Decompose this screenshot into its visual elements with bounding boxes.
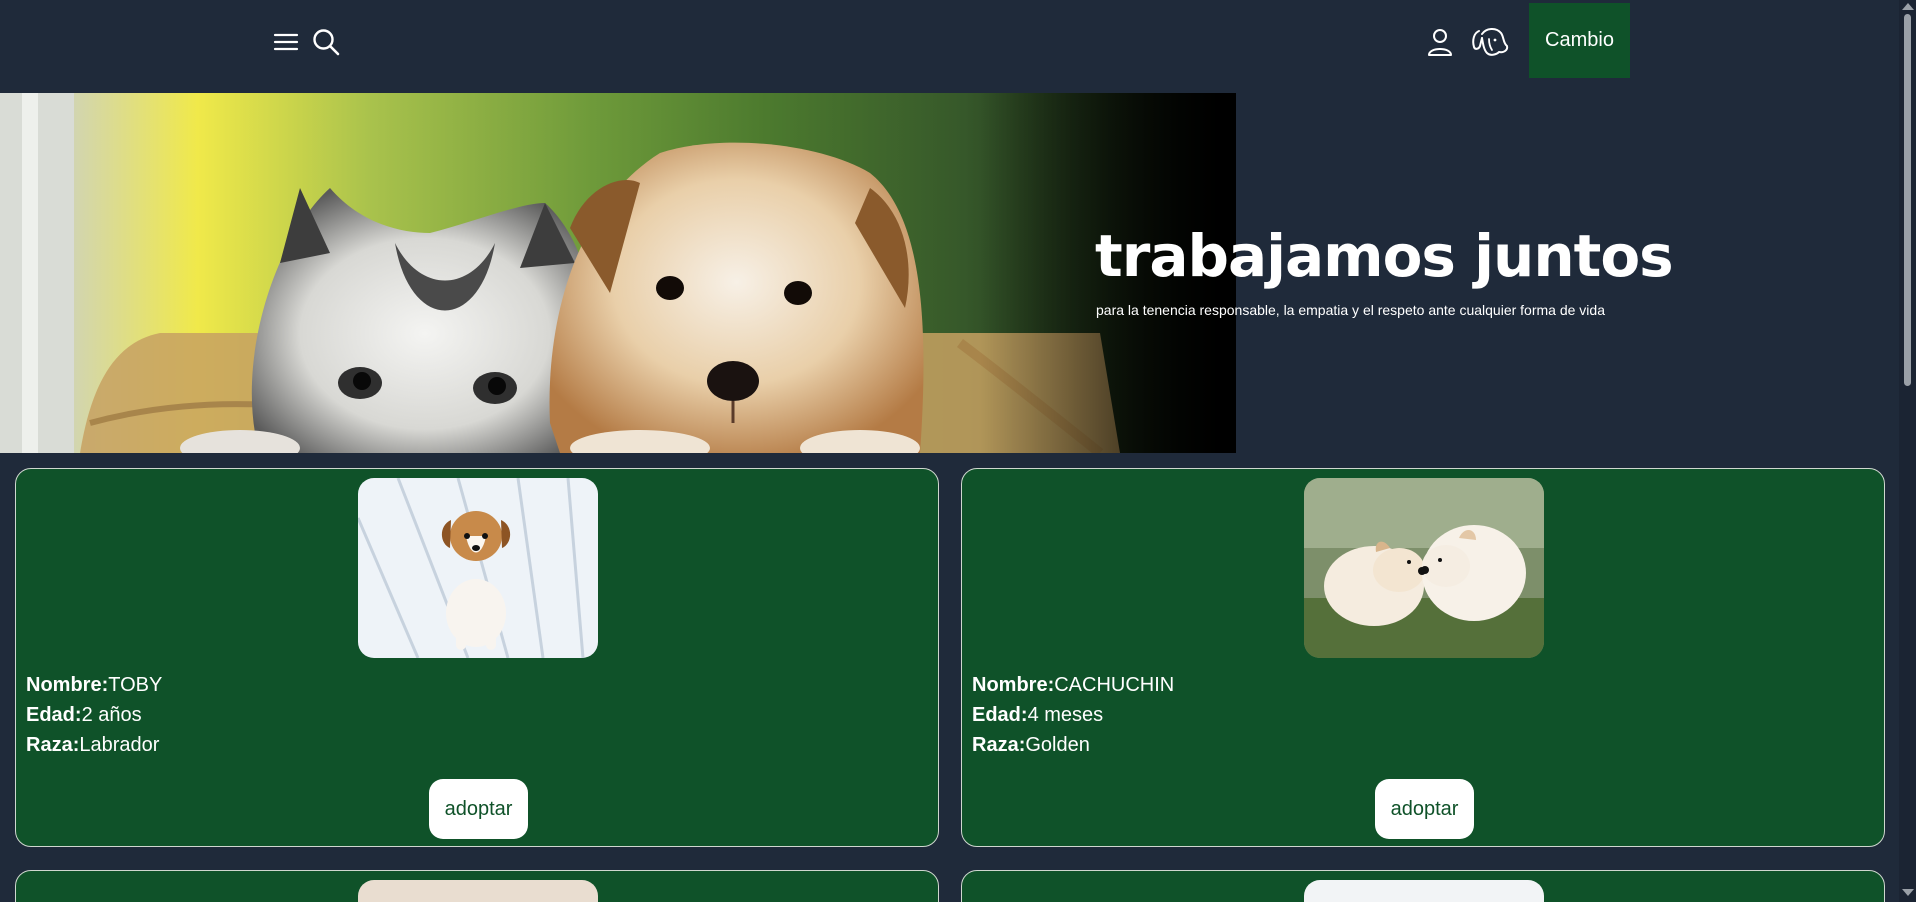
pet-photo: [1304, 880, 1544, 902]
pet-age-value: 4 meses: [1027, 704, 1104, 726]
pet-name-line: Nombre:CACHUCHIN: [972, 670, 1174, 700]
pet-breed-line: Raza:Labrador: [26, 730, 159, 760]
adopt-button[interactable]: adoptar: [1375, 779, 1474, 839]
pet-age-value: 2 años: [81, 704, 142, 726]
hero-title: trabajamos juntos: [1095, 222, 1674, 290]
pet-card: Nombre:CACHUCHIN Edad:4 meses Raza:Golde…: [961, 468, 1885, 847]
hero-banner-image: [0, 93, 1236, 453]
pet-card-partial: [15, 870, 939, 902]
pet-photo: [1304, 478, 1544, 658]
vertical-scrollbar[interactable]: [1899, 0, 1916, 902]
age-label: Edad:: [26, 704, 82, 726]
hamburger-menu-icon[interactable]: [272, 28, 300, 56]
age-label: Edad:: [972, 704, 1028, 726]
pet-name-line: Nombre:TOBY: [26, 670, 162, 700]
page: Cambio trabajamos juntos para la tenenci…: [0, 0, 1916, 902]
cambio-button[interactable]: Cambio: [1529, 3, 1630, 78]
pet-name-value: CACHUCHIN: [1054, 674, 1175, 696]
user-icon[interactable]: [1424, 26, 1456, 58]
pet-breed-line: Raza:Golden: [972, 730, 1090, 760]
top-navigation-bar: Cambio: [0, 0, 1896, 92]
pet-photo: [358, 880, 598, 902]
pet-card-partial: [961, 870, 1885, 902]
pet-photo: [358, 478, 598, 658]
name-label: Nombre:: [26, 674, 109, 696]
pet-breed-value: Golden: [1025, 734, 1090, 756]
scroll-down-arrow-icon[interactable]: [1902, 889, 1914, 896]
scroll-up-arrow-icon[interactable]: [1902, 3, 1914, 10]
dog-head-icon[interactable]: [1470, 24, 1510, 60]
search-icon[interactable]: [311, 27, 341, 57]
breed-label: Raza:: [26, 734, 80, 756]
name-label: Nombre:: [972, 674, 1055, 696]
pet-name-value: TOBY: [108, 674, 163, 696]
pet-age-line: Edad:4 meses: [972, 700, 1103, 730]
hero-subtitle: para la tenencia responsable, la empatia…: [1096, 302, 1605, 318]
scrollbar-thumb[interactable]: [1904, 14, 1911, 386]
pet-card: Nombre:TOBY Edad:2 años Raza:Labrador ad…: [15, 468, 939, 847]
pet-breed-value: Labrador: [79, 734, 160, 756]
adopt-button[interactable]: adoptar: [429, 779, 528, 839]
breed-label: Raza:: [972, 734, 1026, 756]
pet-age-line: Edad:2 años: [26, 700, 142, 730]
